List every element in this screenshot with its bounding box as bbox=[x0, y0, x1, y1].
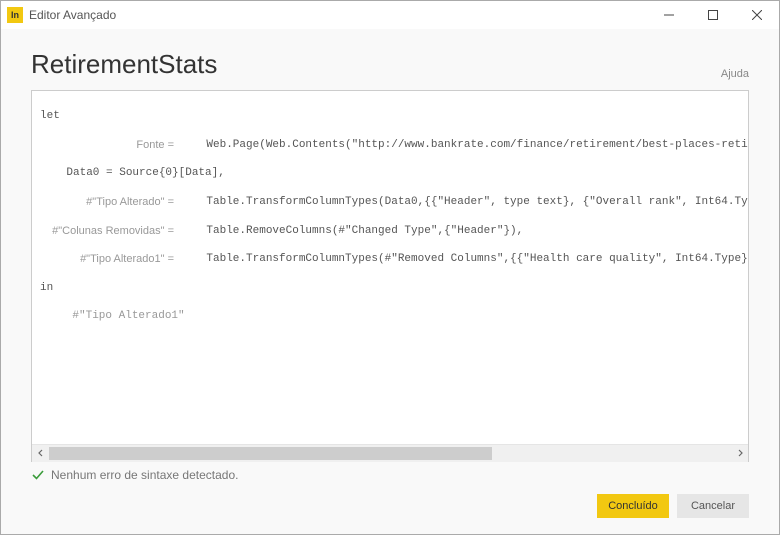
minimize-icon bbox=[664, 10, 674, 20]
code-text: #"Tipo Alterado1" bbox=[46, 309, 185, 323]
scroll-track[interactable] bbox=[49, 445, 731, 462]
scroll-left-button[interactable] bbox=[32, 445, 49, 462]
window-controls bbox=[647, 1, 779, 29]
horizontal-scrollbar[interactable] bbox=[32, 444, 748, 461]
window-frame: In Editor Avançado RetirementStats Ajuda… bbox=[0, 0, 780, 535]
help-link[interactable]: Ajuda bbox=[721, 68, 749, 80]
code-text: Table.RemoveColumns(#"Changed Type",{"He… bbox=[180, 224, 523, 238]
done-button[interactable]: Concluído bbox=[597, 494, 669, 518]
step-label: #"Colunas Removidas" = bbox=[40, 224, 180, 238]
status-message: Nenhum erro de sintaxe detectado. bbox=[51, 468, 238, 482]
cancel-button[interactable]: Cancelar bbox=[677, 494, 749, 518]
editor-frame: let Fonte = Web.Page(Web.Contents("http:… bbox=[31, 90, 749, 462]
window-title: Editor Avançado bbox=[29, 8, 116, 22]
step-label: Fonte = bbox=[40, 138, 180, 152]
chevron-right-icon bbox=[736, 449, 744, 457]
close-icon bbox=[752, 10, 762, 20]
scroll-thumb[interactable] bbox=[49, 447, 492, 460]
code-keyword: let bbox=[40, 109, 60, 123]
scroll-right-button[interactable] bbox=[731, 445, 748, 462]
maximize-icon bbox=[708, 10, 718, 20]
code-text: Table.TransformColumnTypes(#"Removed Col… bbox=[180, 252, 748, 266]
chevron-left-icon bbox=[37, 449, 45, 457]
code-editor[interactable]: let Fonte = Web.Page(Web.Contents("http:… bbox=[32, 91, 748, 444]
app-icon: In bbox=[7, 7, 23, 23]
code-text: Table.TransformColumnTypes(Data0,{{"Head… bbox=[180, 195, 748, 209]
status-row: Nenhum erro de sintaxe detectado. bbox=[31, 462, 749, 494]
code-keyword: in bbox=[40, 281, 53, 295]
header-row: RetirementStats Ajuda bbox=[31, 49, 749, 80]
code-text: Web.Page(Web.Contents("http://www.bankra… bbox=[180, 138, 748, 152]
content-area: RetirementStats Ajuda let Fonte = Web.Pa… bbox=[1, 29, 779, 534]
maximize-button[interactable] bbox=[691, 1, 735, 29]
step-label: #"Tipo Alterado" = bbox=[40, 195, 180, 209]
minimize-button[interactable] bbox=[647, 1, 691, 29]
step-label: #"Tipo Alterado1" = bbox=[40, 252, 180, 266]
check-icon bbox=[31, 468, 45, 482]
button-row: Concluído Cancelar bbox=[31, 494, 749, 522]
close-button[interactable] bbox=[735, 1, 779, 29]
code-text: Data0 = Source{0}[Data], bbox=[40, 166, 225, 180]
page-title: RetirementStats bbox=[31, 49, 217, 80]
titlebar: In Editor Avançado bbox=[1, 1, 779, 29]
